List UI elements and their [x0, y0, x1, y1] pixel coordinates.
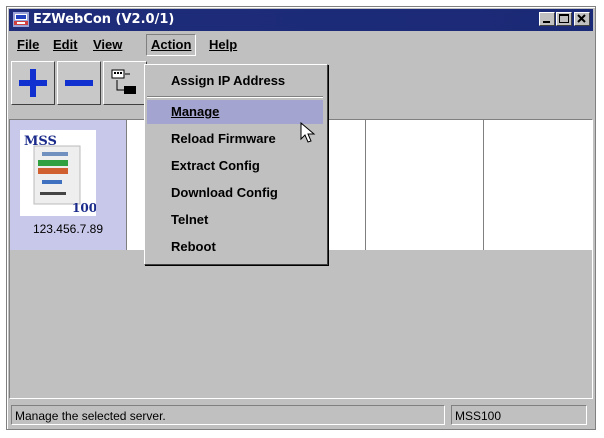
mouse-pointer-icon — [300, 122, 316, 143]
minimize-button[interactable] — [539, 12, 555, 26]
device-cell-4[interactable] — [366, 120, 484, 250]
menu-view[interactable]: View — [89, 34, 126, 56]
menu-view-label: View — [93, 37, 123, 52]
device-model-number: 100 — [72, 201, 96, 215]
close-button[interactable] — [574, 12, 590, 26]
menu-help-label: Help — [209, 37, 238, 52]
minus-icon — [65, 80, 93, 86]
network-config-icon — [111, 69, 136, 94]
minimize-icon — [543, 21, 550, 23]
menu-edit[interactable]: Edit — [49, 34, 82, 56]
menu-edit-label: Edit — [53, 37, 78, 52]
action-menu-dropdown: Assign IP Address Manage Reload Firmware… — [144, 64, 328, 265]
status-model: MSS100 — [451, 405, 587, 425]
device-cell-5[interactable] — [484, 120, 592, 250]
status-bar: Manage the selected server. MSS100 — [9, 405, 593, 427]
menu-item-manage[interactable]: Manage — [147, 100, 323, 124]
network-config-button[interactable] — [103, 61, 147, 105]
title-bar[interactable]: EZWebCon (V2.0/1) — [9, 9, 593, 31]
menu-item-extract-config[interactable]: Extract Config — [147, 154, 323, 178]
menu-item-reload-firmware[interactable]: Reload Firmware — [147, 127, 323, 151]
device-image: MSS 100 — [20, 130, 97, 216]
menu-action-label: Action — [151, 37, 192, 52]
menu-item-reboot[interactable]: Reboot — [147, 235, 323, 259]
menu-file[interactable]: File — [13, 34, 43, 56]
plus-icon — [19, 69, 47, 97]
menu-item-download-config[interactable]: Download Config — [147, 181, 323, 205]
maximize-icon — [559, 14, 569, 23]
maximize-button[interactable] — [556, 12, 572, 26]
menu-separator — [147, 96, 323, 98]
menu-help[interactable]: Help — [205, 34, 241, 56]
menu-item-assign-ip[interactable]: Assign IP Address — [147, 69, 323, 93]
window-title: EZWebCon (V2.0/1) — [33, 12, 175, 27]
menu-item-telnet[interactable]: Telnet — [147, 208, 323, 232]
menu-action[interactable]: Action — [146, 34, 197, 56]
mss100-device-icon: MSS 100 — [24, 134, 97, 215]
menu-item-manage-label: Manage — [171, 104, 220, 119]
menu-bar: File Edit View Action Help — [9, 34, 593, 56]
status-message: Manage the selected server. — [11, 405, 445, 425]
app-logo-icon — [13, 12, 29, 27]
remove-server-button[interactable] — [57, 61, 101, 105]
device-cell-1[interactable]: MSS 100 123.456.7.89 — [10, 120, 127, 250]
add-server-button[interactable] — [11, 61, 55, 105]
menu-file-label: File — [17, 37, 40, 52]
close-icon — [577, 14, 586, 23]
device-ip-label: 123.456.7.89 — [32, 222, 104, 236]
